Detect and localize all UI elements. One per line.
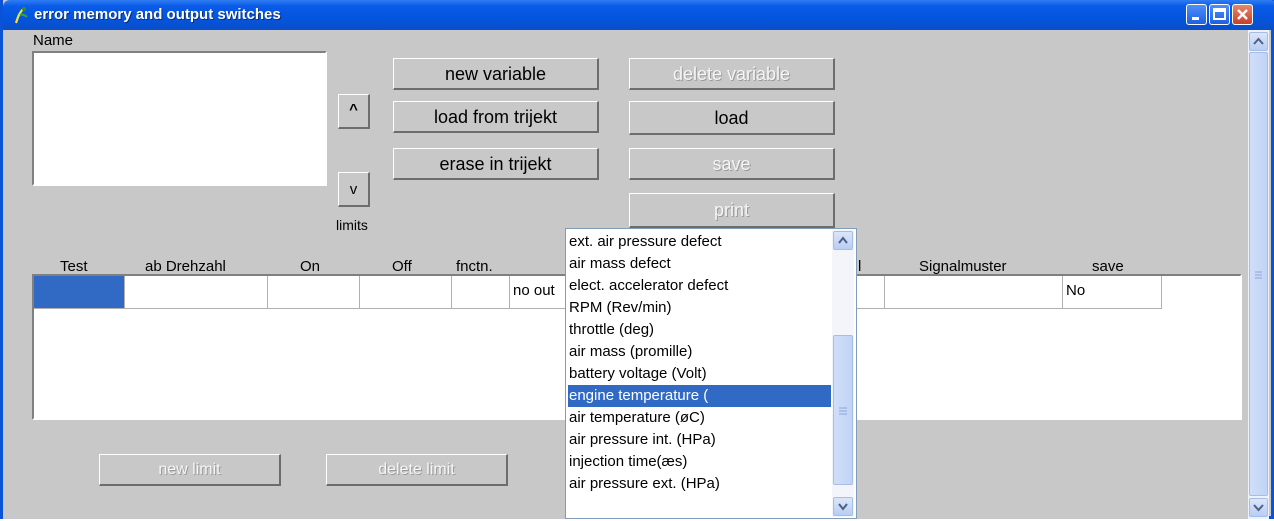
delete-variable-button[interactable]: delete variable [629, 58, 835, 90]
close-button[interactable] [1232, 4, 1253, 25]
chevron-down-icon [838, 503, 848, 511]
grip-icon [1255, 271, 1262, 279]
dropdown-item[interactable]: air pressure ext. (HPa) [568, 473, 831, 495]
new-variable-button[interactable]: new variable [393, 58, 599, 90]
move-down-button[interactable]: v [338, 172, 370, 207]
move-up-button[interactable]: ^ [338, 94, 370, 129]
load-button[interactable]: load [629, 101, 835, 135]
dropdown-item[interactable]: battery voltage (Volt) [568, 363, 831, 385]
dropdown-item[interactable]: throttle (deg) [568, 319, 831, 341]
dropdown-item[interactable]: RPM (Rev/min) [568, 297, 831, 319]
close-icon [1237, 9, 1248, 20]
erase-in-trijekt-button[interactable]: erase in trijekt [393, 148, 599, 180]
header-ab-drehzahl: ab Drehzahl [145, 258, 226, 275]
maximize-button[interactable] [1209, 4, 1230, 25]
window-vertical-scrollbar[interactable] [1248, 30, 1269, 519]
header-save: save [1092, 258, 1124, 275]
header-l: l [858, 258, 862, 275]
chevron-up-icon [1253, 37, 1264, 45]
header-off: Off [392, 258, 412, 275]
dropdown-item[interactable]: air pressure int. (HPa) [568, 429, 831, 451]
table-cell-on[interactable] [268, 276, 360, 309]
limits-label: limits [336, 217, 368, 233]
dropdown-item[interactable]: injection time(æs) [568, 451, 831, 473]
minimize-button[interactable] [1186, 4, 1207, 25]
scroll-down-button[interactable] [1249, 498, 1268, 517]
dropdown-item[interactable]: elect. accelerator defect [568, 275, 831, 297]
table-cell-test[interactable] [34, 276, 125, 309]
header-on: On [300, 258, 321, 275]
window-title: error memory and output switches [34, 6, 281, 23]
table-cell-output[interactable]: no out [510, 276, 570, 309]
name-listbox[interactable] [32, 51, 327, 186]
grip-icon [839, 407, 847, 415]
table-cell-l[interactable] [856, 276, 885, 309]
table-cell-signalmuster[interactable] [885, 276, 1063, 309]
print-button[interactable]: print [629, 193, 835, 228]
delete-limit-button[interactable]: delete limit [326, 454, 508, 486]
chevron-down-icon [1253, 504, 1264, 512]
title-bar[interactable]: error memory and output switches [3, 0, 1274, 30]
caret-down-icon: v [349, 181, 358, 198]
name-label: Name [33, 32, 74, 49]
header-fnctn: fnctn. [456, 258, 493, 275]
dropdown-item[interactable]: ext. air pressure defect [568, 231, 831, 253]
dropdown-scrollbar[interactable] [832, 230, 854, 517]
chevron-up-icon [838, 236, 848, 244]
scroll-thumb[interactable] [1249, 52, 1268, 496]
variable-dropdown-list[interactable]: ext. air pressure defect air mass defect… [565, 228, 857, 519]
app-icon [14, 7, 28, 24]
header-test: Test [60, 258, 88, 275]
table-cell-save[interactable]: No [1063, 276, 1162, 309]
header-signalmuster: Signalmuster [919, 258, 1007, 275]
dropdown-scroll-thumb[interactable] [833, 335, 853, 485]
table-cell-fnctn[interactable] [452, 276, 510, 309]
save-button[interactable]: save [629, 148, 835, 180]
save-value: No [1066, 282, 1086, 299]
dropdown-item[interactable]: air mass defect [568, 253, 831, 275]
table-cell-ab-drehzahl[interactable] [125, 276, 268, 309]
dropdown-item[interactable]: air mass (promille) [568, 341, 831, 363]
caret-up-icon: ^ [349, 101, 358, 118]
new-limit-button[interactable]: new limit [99, 454, 281, 486]
dropdown-item-selected[interactable]: engine temperature ( [568, 385, 831, 407]
table-cell-off[interactable] [360, 276, 452, 309]
dropdown-item[interactable]: air temperature (øC) [568, 407, 831, 429]
load-from-trijekt-button[interactable]: load from trijekt [393, 101, 599, 133]
dropdown-scroll-down-button[interactable] [833, 497, 853, 516]
dropdown-scroll-up-button[interactable] [833, 231, 853, 250]
output-value: no out [513, 282, 555, 299]
scroll-up-button[interactable] [1249, 32, 1268, 51]
maximize-icon [1213, 8, 1226, 20]
minimize-icon [1192, 17, 1199, 20]
